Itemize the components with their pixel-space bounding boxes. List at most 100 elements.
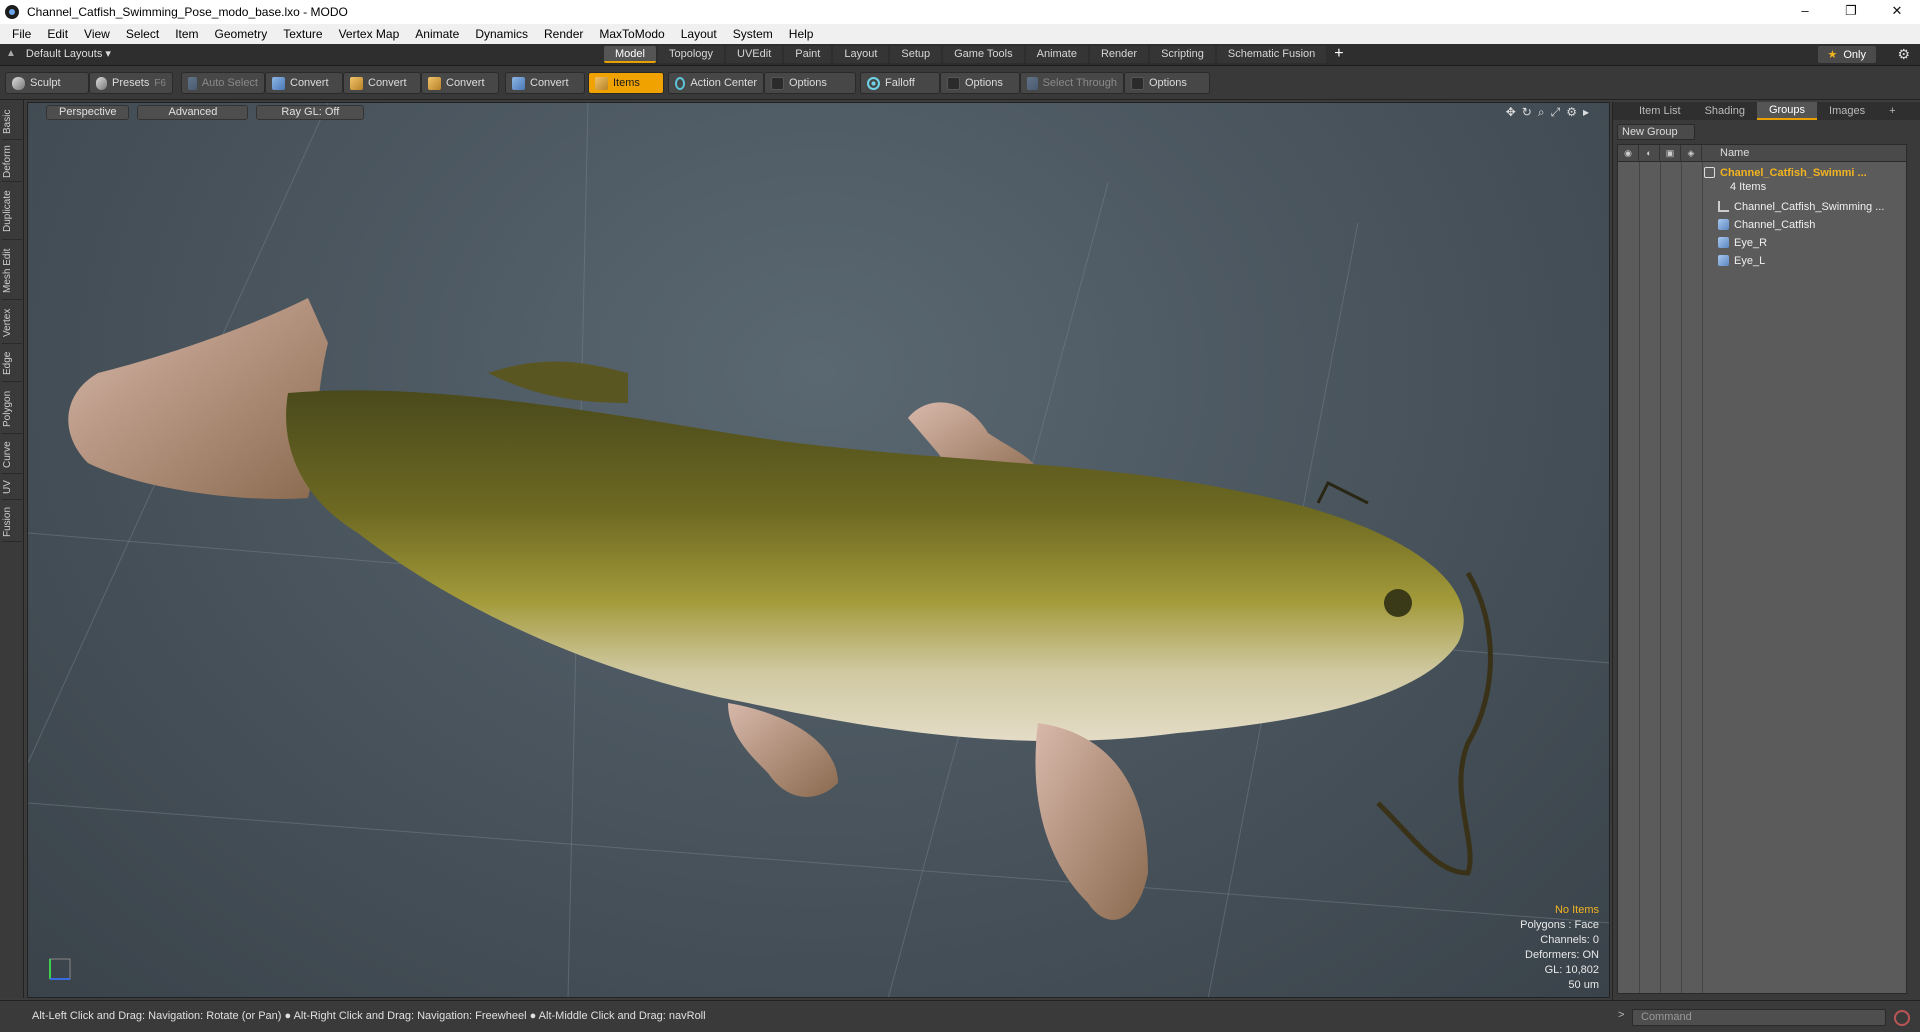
options-button-1[interactable]: Options [764, 72, 856, 94]
options-button-3[interactable]: Options [1124, 72, 1210, 94]
menu-dynamics[interactable]: Dynamics [467, 27, 536, 41]
tab-schematic-fusion[interactable]: Schematic Fusion [1216, 46, 1327, 63]
tab-paint[interactable]: Paint [784, 46, 832, 63]
vtab-uv[interactable]: UV [2, 476, 22, 500]
list-item[interactable]: Eye_R [1718, 234, 1767, 251]
tab-images[interactable]: Images [1817, 103, 1877, 119]
action-center-button[interactable]: Action Center [668, 72, 764, 94]
maximize-button[interactable]: ❐ [1828, 0, 1874, 24]
rotate-icon[interactable]: ↻ [1522, 105, 1532, 120]
menu-file[interactable]: File [4, 27, 39, 41]
presets-label: Presets [112, 77, 150, 89]
tab-item-list[interactable]: Item List [1627, 103, 1693, 119]
tab-scripting[interactable]: Scripting [1150, 46, 1215, 63]
shading-dropdown[interactable]: Advanced [137, 104, 249, 120]
vtab-duplicate[interactable]: Duplicate [2, 184, 22, 240]
lock-column-icon[interactable]: ▣ [1660, 144, 1681, 162]
menu-help[interactable]: Help [781, 27, 822, 41]
vtab-curve[interactable]: Curve [2, 436, 22, 474]
add-panel-tab-icon[interactable]: + [1877, 103, 1907, 119]
tab-setup[interactable]: Setup [890, 46, 942, 63]
locator-icon [1718, 201, 1729, 212]
zoom-icon[interactable]: ⌕ [1538, 105, 1545, 120]
command-input[interactable]: Command [1632, 1009, 1886, 1026]
falloff-icon [867, 76, 880, 90]
layouts-dropdown[interactable]: Default Layouts ▾ [26, 47, 111, 60]
sculpt-icon [12, 76, 25, 90]
tab-animate[interactable]: Animate [1025, 46, 1088, 63]
only-toggle[interactable]: ★ Only [1817, 46, 1876, 63]
minimize-button[interactable]: – [1782, 0, 1828, 24]
3d-viewport[interactable]: Perspective Advanced Ray GL: Off ✥ ↻ ⌕ ⤢… [27, 102, 1610, 998]
list-item[interactable]: Channel_Catfish_Swimming ... [1718, 198, 1884, 215]
menu-select[interactable]: Select [118, 27, 167, 41]
menu-animate[interactable]: Animate [407, 27, 467, 41]
vtab-vertex[interactable]: Vertex [2, 302, 22, 344]
menu-vertex-map[interactable]: Vertex Map [331, 27, 408, 41]
tab-layout[interactable]: Layout [833, 46, 889, 63]
raygl-toggle[interactable]: Ray GL: Off [256, 104, 365, 120]
tree-header: ◉ ◐ ▣ ◈ Name [1618, 144, 1906, 162]
vtab-fusion[interactable]: Fusion [2, 502, 22, 542]
menu-geometry[interactable]: Geometry [207, 27, 276, 41]
convert-button-3[interactable]: Convert [421, 72, 499, 94]
view-mode-dropdown[interactable]: Perspective [46, 104, 130, 120]
menu-system[interactable]: System [725, 27, 781, 41]
menu-layout[interactable]: Layout [673, 27, 725, 41]
close-button[interactable]: ✕ [1874, 0, 1920, 24]
vtab-mesh-edit[interactable]: Mesh Edit [2, 242, 22, 300]
select-column-icon[interactable]: ◈ [1681, 144, 1702, 162]
collapse-arrow-icon[interactable]: ▲ [6, 48, 16, 59]
render-column-icon[interactable]: ◐ [1639, 144, 1660, 162]
column-divider [1681, 162, 1682, 993]
maximize-viewport-icon[interactable]: ⤢ [1551, 105, 1561, 120]
item-name: Channel_Catfish [1734, 218, 1816, 231]
auto-select-icon [188, 76, 197, 90]
name-column-header[interactable]: Name [1702, 147, 1749, 159]
tab-model[interactable]: Model [604, 46, 656, 63]
menu-edit[interactable]: Edit [39, 27, 76, 41]
convert-button-4[interactable]: Convert [505, 72, 585, 94]
presets-button[interactable]: Presets F6 [89, 72, 173, 94]
group-row[interactable]: Channel_Catfish_Swimmi ... [1704, 164, 1867, 181]
tab-topology[interactable]: Topology [657, 46, 725, 63]
convert-button-1[interactable]: Convert [265, 72, 343, 94]
add-tab-icon[interactable]: + [1328, 46, 1349, 63]
vtab-deform[interactable]: Deform [2, 142, 22, 182]
tab-groups[interactable]: Groups [1756, 102, 1818, 120]
visibility-column-icon[interactable]: ◉ [1618, 144, 1639, 162]
checkbox-icon [771, 76, 784, 90]
tab-shading[interactable]: Shading [1693, 103, 1757, 119]
gear-icon[interactable]: ⚙ [1897, 46, 1910, 63]
list-item[interactable]: Eye_L [1718, 252, 1765, 269]
new-group-button[interactable]: New Group [1617, 124, 1695, 140]
list-item[interactable]: Channel_Catfish [1718, 216, 1815, 233]
falloff-button[interactable]: Falloff [860, 72, 940, 94]
checkbox-icon [947, 76, 960, 90]
auto-select-button[interactable]: Auto Select [181, 72, 265, 94]
mesh-icon [1718, 255, 1729, 266]
menu-item[interactable]: Item [167, 27, 206, 41]
tab-render[interactable]: Render [1089, 46, 1149, 63]
layouts-selector[interactable]: ▲ Default Layouts ▾ [6, 47, 111, 60]
vtab-polygon[interactable]: Polygon [2, 384, 22, 434]
options-button-2[interactable]: Options [940, 72, 1020, 94]
tab-game-tools[interactable]: Game Tools [943, 46, 1024, 63]
group-icon [1704, 167, 1715, 178]
sculpt-button[interactable]: Sculpt [5, 72, 89, 94]
pan-icon[interactable]: ✥ [1506, 105, 1516, 120]
menu-view[interactable]: View [76, 27, 118, 41]
menu-maxtomodo[interactable]: MaxToModo [591, 27, 672, 41]
select-through-button[interactable]: Select Through [1020, 72, 1124, 94]
vtab-edge[interactable]: Edge [2, 346, 22, 382]
column-divider [1660, 162, 1661, 993]
viewport-settings-icon[interactable]: ⚙ [1566, 105, 1577, 120]
viewport-menu-arrow-icon[interactable]: ▸ [1583, 105, 1589, 120]
vtab-basic[interactable]: Basic [2, 104, 22, 140]
items-mode-button[interactable]: Items [588, 72, 664, 94]
menu-texture[interactable]: Texture [275, 27, 330, 41]
convert-button-2[interactable]: Convert [343, 72, 421, 94]
record-macro-icon[interactable] [1894, 1010, 1910, 1026]
menu-render[interactable]: Render [536, 27, 591, 41]
tab-uvedit[interactable]: UVEdit [726, 46, 783, 63]
